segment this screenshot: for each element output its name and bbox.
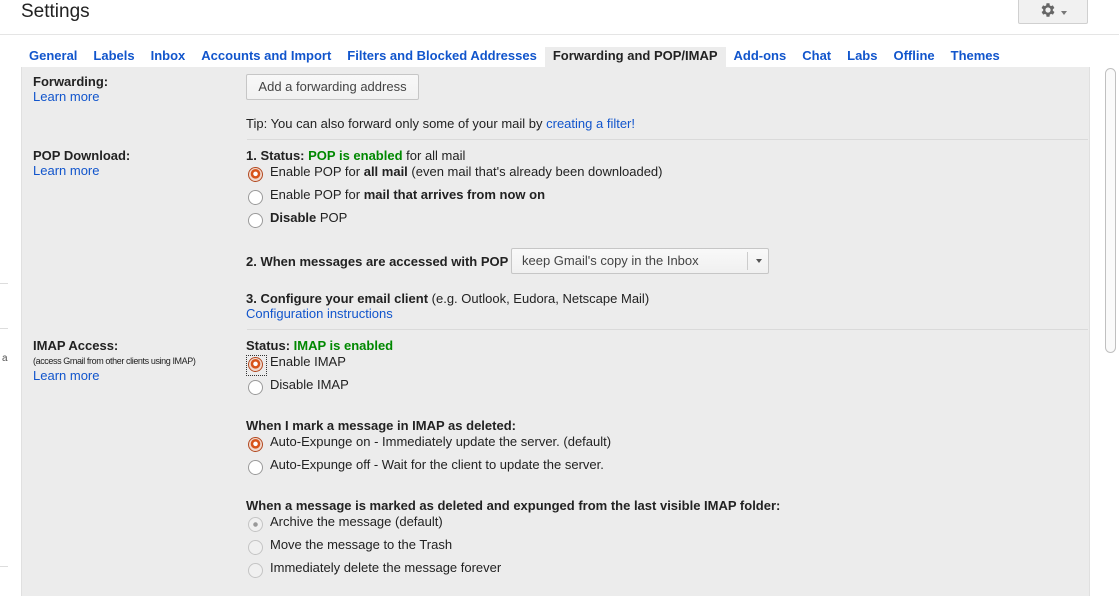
left-edge-divider <box>0 566 8 567</box>
left-edge-glyph: a <box>2 353 8 364</box>
imap-access-sublabel: (access Gmail from other clients using I… <box>33 356 196 366</box>
pop-download-label: POP Download: <box>33 148 131 163</box>
move-to-trash-label: Move the message to the Trash <box>270 537 453 552</box>
pop-access-select[interactable]: keep Gmail's copy in the Inbox <box>511 248 769 274</box>
auto-expunge-on-label: Auto-Expunge on - Immediately update the… <box>270 434 612 449</box>
left-edge-divider <box>0 328 8 329</box>
imap-enable-radio[interactable] <box>248 357 263 372</box>
configuration-instructions-link[interactable]: Configuration instructions <box>246 306 393 321</box>
tab-inbox[interactable]: Inbox <box>143 47 194 67</box>
settings-panel: Forwarding: Learn more Add a forwarding … <box>21 67 1090 596</box>
pop-disable-label: Disable POP <box>270 210 348 225</box>
tab-themes[interactable]: Themes <box>943 47 1008 67</box>
gear-icon <box>1039 1 1057 22</box>
forwarding-label: Forwarding: <box>33 74 109 89</box>
auto-expunge-off-radio[interactable] <box>248 460 263 475</box>
imap-status: Status: IMAP is enabled <box>246 338 394 353</box>
delete-forever-label: Immediately delete the message forever <box>270 560 502 575</box>
vertical-scrollbar[interactable] <box>1104 66 1119 596</box>
move-to-trash-radio[interactable] <box>248 540 263 555</box>
pop-disable-radio[interactable] <box>248 213 263 228</box>
pop-access-select-value: keep Gmail's copy in the Inbox <box>522 253 699 268</box>
imap-learn-more-link[interactable]: Learn more <box>33 368 99 383</box>
imap-expunged-heading: When a message is marked as deleted and … <box>246 498 781 513</box>
auto-expunge-off-label: Auto-Expunge off - Wait for the client t… <box>270 457 604 472</box>
pop-from-now-label: Enable POP for mail that arrives from no… <box>270 187 546 202</box>
section-divider <box>247 329 1088 330</box>
pop-status: 1. Status: POP is enabled for all mail <box>246 148 466 163</box>
pop-all-mail-label: Enable POP for all mail (even mail that'… <box>270 164 663 179</box>
header-divider <box>0 34 1119 35</box>
tab-general[interactable]: General <box>21 47 85 67</box>
tab-offline[interactable]: Offline <box>885 47 942 67</box>
imap-access-label: IMAP Access: <box>33 338 119 353</box>
scrollbar-thumb[interactable] <box>1105 68 1116 353</box>
imap-disable-radio[interactable] <box>248 380 263 395</box>
section-divider <box>247 139 1088 140</box>
add-forwarding-address-button[interactable]: Add a forwarding address <box>246 74 419 100</box>
forwarding-tip: Tip: You can also forward only some of y… <box>246 116 635 131</box>
tab-filters-and-blocked-addresses[interactable]: Filters and Blocked Addresses <box>339 47 545 67</box>
settings-tabs: General Labels Inbox Accounts and Import… <box>21 47 1008 67</box>
configure-client-text: 3. Configure your email client (e.g. Out… <box>246 291 650 306</box>
pop-learn-more-link[interactable]: Learn more <box>33 163 99 178</box>
auto-expunge-on-radio[interactable] <box>248 437 263 452</box>
imap-deleted-heading: When I mark a message in IMAP as deleted… <box>246 418 516 433</box>
settings-menu-button[interactable] <box>1018 0 1088 24</box>
pop-access-label: 2. When messages are accessed with POP <box>246 254 509 269</box>
left-edge-divider <box>0 283 8 284</box>
chevron-down-icon <box>1061 10 1067 15</box>
imap-disable-label: Disable IMAP <box>270 377 349 392</box>
forwarding-learn-more-link[interactable]: Learn more <box>33 89 99 104</box>
create-filter-link[interactable]: creating a filter! <box>546 116 635 131</box>
tab-forwarding-pop-imap[interactable]: Forwarding and POP/IMAP <box>544 47 726 67</box>
tab-labs[interactable]: Labs <box>839 47 885 67</box>
chevron-down-icon <box>756 259 762 263</box>
tab-add-ons[interactable]: Add-ons <box>726 47 795 67</box>
pop-from-now-radio[interactable] <box>248 190 263 205</box>
pop-all-mail-radio[interactable] <box>248 167 263 182</box>
archive-message-label: Archive the message (default) <box>270 514 443 529</box>
imap-enable-label: Enable IMAP <box>270 354 346 369</box>
delete-forever-radio[interactable] <box>248 563 263 578</box>
page-title: Settings <box>21 1 90 22</box>
tab-accounts-and-import[interactable]: Accounts and Import <box>193 47 339 67</box>
tab-chat[interactable]: Chat <box>794 47 839 67</box>
archive-message-radio[interactable] <box>248 517 263 532</box>
tab-labels[interactable]: Labels <box>85 47 142 67</box>
